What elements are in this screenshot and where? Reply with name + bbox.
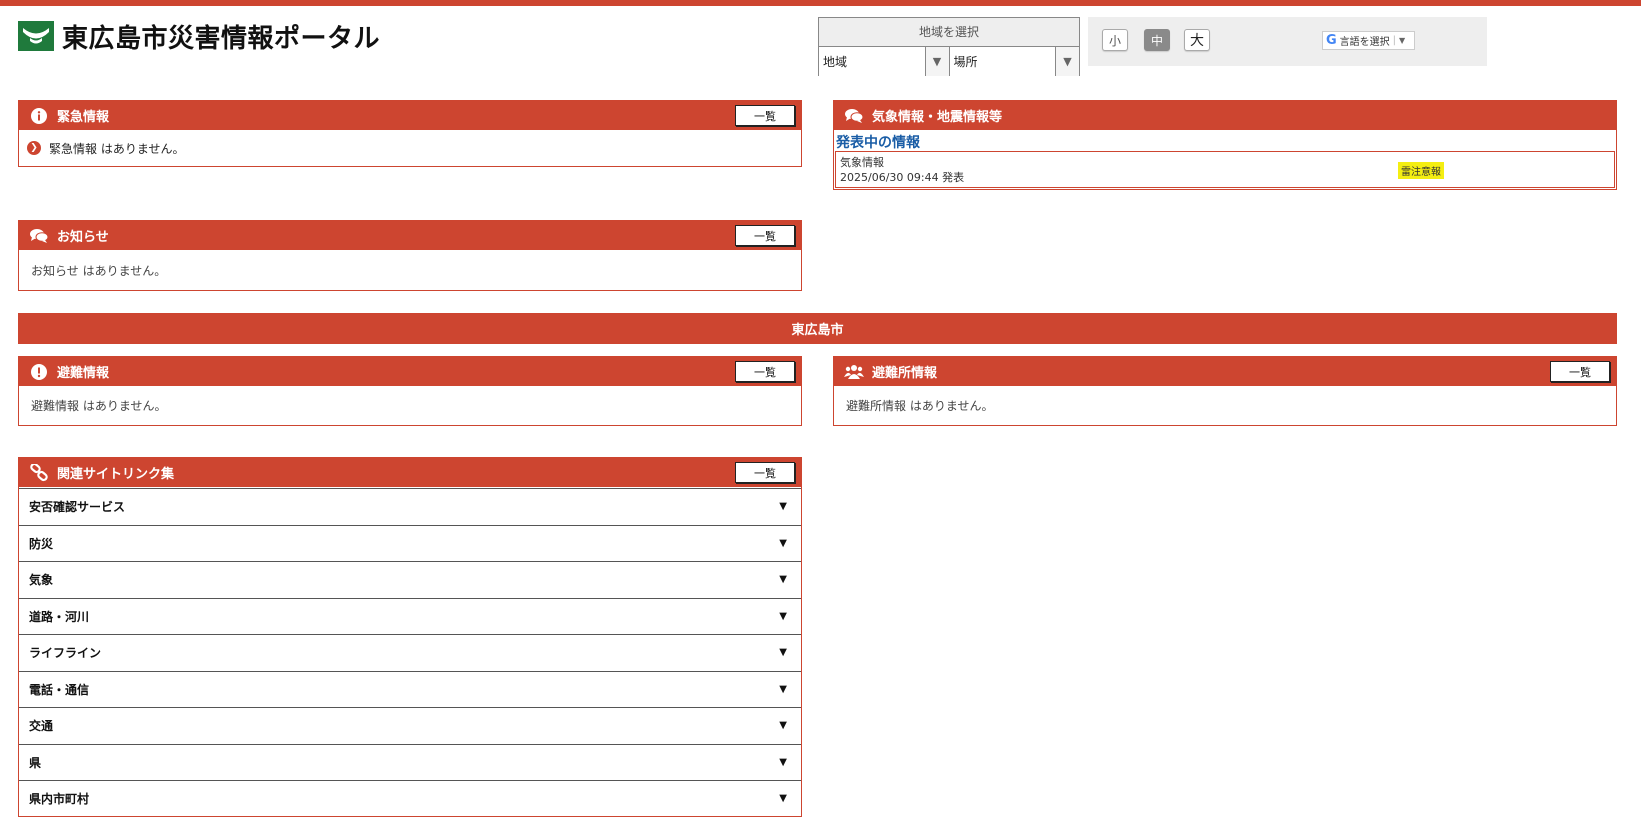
shelters-list-button[interactable]: 一覧 — [1550, 361, 1610, 382]
link-category-label: ライフライン — [29, 646, 102, 661]
emblem-icon — [23, 28, 49, 44]
emergency-list-button[interactable]: 一覧 — [735, 105, 795, 126]
emergency-panel-header: 緊急情報 一覧 — [19, 101, 801, 130]
divider: | — [1392, 35, 1397, 46]
area-select-value: 地域 — [823, 55, 848, 69]
area-select[interactable]: 地域 ▼ — [819, 47, 950, 76]
links-panel: 関連サイトリンク集 一覧 安否確認サービス ▼ 防災 ▼ 気象 ▼ 道路・河川 … — [18, 457, 802, 817]
caret-down-icon: ▼ — [779, 756, 787, 768]
site-title[interactable]: 東広島市災害情報ポータル — [62, 18, 380, 55]
emergency-panel: 緊急情報 一覧 ❯ 緊急情報 はありません。 — [18, 100, 802, 167]
link-category-item[interactable]: 電話・通信 ▼ — [19, 670, 801, 708]
site-header: 東広島市災害情報ポータル — [18, 18, 380, 55]
notices-message: お知らせ はありません。 — [31, 263, 167, 278]
evacuation-list-button[interactable]: 一覧 — [735, 361, 795, 382]
notices-list-button[interactable]: 一覧 — [735, 225, 795, 246]
shelters-panel: 避難所情報 一覧 避難所情報 はありません。 — [833, 356, 1617, 426]
exclamation-icon — [29, 363, 49, 380]
caret-down-icon: ▼ — [779, 537, 787, 549]
link-category-item[interactable]: 気象 ▼ — [19, 561, 801, 598]
top-accent-stripe — [0, 0, 1641, 6]
evacuation-panel-header: 避難情報 一覧 — [19, 357, 801, 386]
google-g-icon: G — [1326, 33, 1337, 48]
caret-down-icon: ▼ — [779, 501, 787, 513]
links-panel-header: 関連サイトリンク集 一覧 — [19, 458, 801, 487]
emergency-panel-body: ❯ 緊急情報 はありません。 — [19, 130, 801, 166]
notices-panel: お知らせ 一覧 お知らせ はありません。 — [18, 220, 802, 291]
emergency-panel-title: 緊急情報 — [57, 110, 110, 125]
language-select[interactable]: G 言語を選択 | ▼ — [1322, 31, 1415, 50]
chat-bubbles-icon — [844, 108, 864, 124]
weather-item[interactable]: 気象情報 2025/06/30 09:44 発表 雷注意報 — [835, 151, 1615, 188]
font-size-large-button[interactable]: 大 — [1184, 29, 1210, 51]
weather-panel-header: 気象情報・地震情報等 — [834, 101, 1616, 130]
font-size-medium-button[interactable]: 中 — [1144, 29, 1170, 51]
weather-item-category: 気象情報 — [840, 156, 884, 169]
caret-down-icon: ▼ — [779, 647, 787, 659]
link-category-item[interactable]: ライフライン ▼ — [19, 634, 801, 671]
chevron-down-icon: ▼ — [1399, 36, 1406, 45]
region-selector-title: 地域を選択 — [819, 18, 1079, 47]
place-select-value: 場所 — [953, 55, 978, 69]
font-size-small-button[interactable]: 小 — [1102, 29, 1128, 51]
warning-badge: 雷注意報 — [1398, 162, 1444, 179]
weather-panel-title: 気象情報・地震情報等 — [872, 110, 1003, 125]
evacuation-panel-title: 避難情報 — [57, 366, 110, 381]
link-category-label: 交通 — [29, 719, 54, 734]
link-category-label: 県 — [29, 755, 42, 770]
shelters-panel-body: 避難所情報 はありません。 — [834, 386, 1616, 425]
caret-down-icon: ▼ — [779, 683, 787, 695]
city-section-bar: 東広島市 — [18, 313, 1617, 344]
users-icon — [844, 364, 864, 380]
language-select-label: 言語を選択 — [1339, 37, 1390, 48]
evacuation-panel-body: 避難情報 はありません。 — [19, 386, 801, 425]
place-select[interactable]: 場所 ▼ — [949, 47, 1079, 76]
link-category-item[interactable]: 県 ▼ — [19, 743, 801, 781]
link-icon — [29, 463, 49, 482]
link-category-label: 電話・通信 — [29, 682, 90, 697]
links-panel-title: 関連サイトリンク集 — [57, 467, 175, 482]
chevron-down-icon[interactable]: ▼ — [1055, 47, 1079, 76]
notices-panel-title: お知らせ — [57, 230, 109, 245]
link-category-item[interactable]: 交通 ▼ — [19, 707, 801, 744]
link-category-item[interactable]: 防災 ▼ — [19, 524, 801, 562]
caret-down-icon: ▼ — [779, 720, 787, 732]
weather-item-datetime: 2025/06/30 09:44 発表 — [840, 171, 965, 184]
notices-panel-header: お知らせ 一覧 — [19, 221, 801, 250]
link-category-label: 県内市町村 — [29, 792, 90, 807]
chat-bubbles-icon — [29, 228, 49, 244]
notices-panel-body: お知らせ はありません。 — [19, 250, 801, 290]
link-category-label: 道路・河川 — [29, 609, 90, 624]
link-category-label: 防災 — [29, 536, 54, 551]
caret-down-icon: ▼ — [779, 574, 787, 586]
evacuation-panel: 避難情報 一覧 避難情報 はありません。 — [18, 356, 802, 426]
utility-bar: 小 中 大 G 言語を選択 | ▼ — [1088, 17, 1487, 66]
chevron-down-icon[interactable]: ▼ — [924, 47, 949, 76]
link-category-label: 気象 — [29, 573, 54, 588]
shelters-message: 避難所情報 はありません。 — [846, 399, 994, 413]
shelters-panel-title: 避難所情報 — [872, 366, 938, 381]
caret-down-icon: ▼ — [779, 793, 787, 805]
region-selector: 地域を選択 地域 ▼ 場所 ▼ — [818, 17, 1080, 76]
chevron-right-circle-icon: ❯ — [27, 141, 41, 155]
link-category-item[interactable]: 県内市町村 ▼ — [19, 780, 801, 817]
evacuation-message: 避難情報 はありません。 — [31, 399, 167, 413]
caret-down-icon: ▼ — [779, 610, 787, 622]
links-list: 安否確認サービス ▼ 防災 ▼ 気象 ▼ 道路・河川 ▼ ライフライン ▼ 電話… — [19, 488, 801, 817]
emergency-message: 緊急情報 はありません。 — [49, 141, 185, 156]
info-icon — [29, 107, 49, 124]
link-category-item[interactable]: 安否確認サービス ▼ — [19, 488, 801, 525]
city-emblem-logo[interactable] — [18, 21, 54, 51]
link-category-label: 安否確認サービス — [29, 500, 126, 515]
links-list-button[interactable]: 一覧 — [735, 462, 795, 483]
weather-subheading: 発表中の情報 — [836, 135, 920, 151]
shelters-panel-header: 避難所情報 一覧 — [834, 357, 1616, 386]
link-category-item[interactable]: 道路・河川 ▼ — [19, 597, 801, 635]
weather-panel: 気象情報・地震情報等 発表中の情報 気象情報 2025/06/30 09:44 … — [833, 100, 1617, 190]
